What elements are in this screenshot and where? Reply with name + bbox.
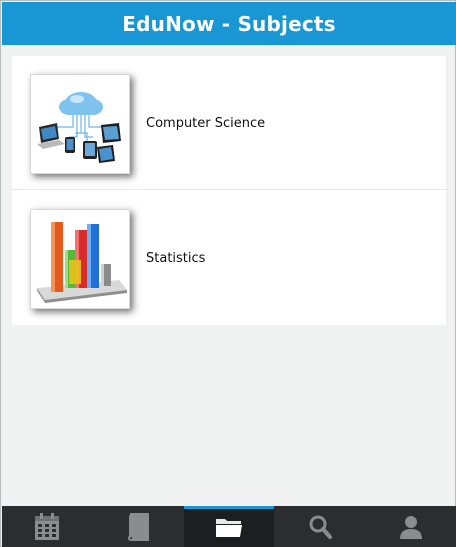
- subject-item-computer-science[interactable]: Computer Science: [12, 56, 446, 190]
- app-frame: EduNow - Subjects Computer Science Stati…: [0, 0, 456, 547]
- folder-icon: [215, 518, 242, 537]
- page-title: EduNow - Subjects: [2, 2, 456, 45]
- subject-list: Computer Science Statistics: [12, 56, 446, 325]
- tab-book[interactable]: [93, 506, 184, 547]
- subject-item-statistics[interactable]: Statistics: [12, 191, 446, 325]
- search-icon: [309, 515, 332, 539]
- subject-label: Computer Science: [146, 115, 266, 131]
- tab-search[interactable]: [274, 506, 365, 547]
- statistics-thumbnail: [30, 209, 130, 309]
- tab-folder[interactable]: [183, 506, 275, 547]
- cloud-devices-image: [37, 92, 121, 163]
- subject-label: Statistics: [146, 250, 206, 266]
- tab-profile[interactable]: [365, 506, 456, 547]
- bottom-tab-bar: [2, 506, 456, 547]
- user-icon: [399, 515, 422, 539]
- tab-calendar[interactable]: [2, 506, 93, 547]
- bar-chart-image: [37, 222, 127, 303]
- calendar-icon: [35, 512, 60, 540]
- book-icon: [128, 512, 150, 541]
- computer-science-thumbnail: [30, 74, 130, 174]
